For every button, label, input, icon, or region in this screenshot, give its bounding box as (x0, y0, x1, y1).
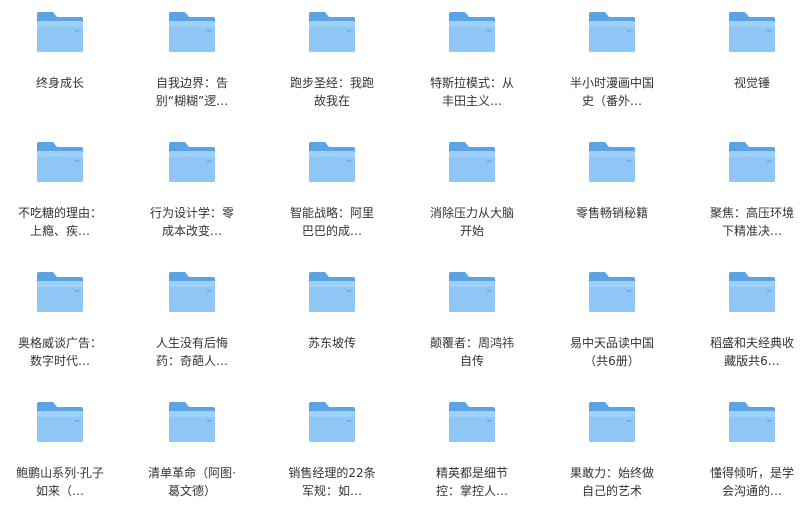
folder-icon (589, 142, 635, 182)
folder-item[interactable]: 跑步圣经：我跑故我在 (272, 0, 392, 118)
folder-label: 精英都是细节控：掌控人… (435, 466, 508, 498)
folder-grid: 终身成长 自我边界：告别“糊糊”逻… 跑步圣经：我跑故我在 特斯拉模式：从丰田主… (0, 0, 800, 515)
folder-icon (449, 12, 495, 52)
folder-label: 零售畅销秘籍 (575, 206, 648, 220)
folder-item[interactable]: 自我边界：告别“糊糊”逻… (132, 0, 252, 118)
folder-label: 消除压力从大脑开始 (429, 206, 514, 238)
folder-icon (589, 272, 635, 312)
folder-item[interactable]: 稻盛和夫经典收藏版共6… (692, 260, 800, 378)
folder-item[interactable]: 消除压力从大脑开始 (412, 130, 532, 248)
folder-label: 清单革命（阿图·葛文德） (148, 466, 236, 498)
folder-icon (449, 142, 495, 182)
folder-label: 鲍鹏山系列·孔子如来（… (16, 466, 104, 498)
folder-item[interactable]: 奥格威谈广告：数字时代… (0, 260, 120, 378)
folder-label: 销售经理的22条军规：如… (288, 466, 376, 498)
folder-icon (729, 272, 775, 312)
folder-icon (169, 402, 215, 442)
folder-icon (169, 12, 215, 52)
folder-icon (169, 142, 215, 182)
folder-icon (309, 402, 355, 442)
folder-item[interactable]: 不吃糖的理由：上瘾、疾… (0, 130, 120, 248)
folder-icon (37, 272, 83, 312)
folder-icon (589, 402, 635, 442)
folder-item[interactable]: 鲍鹏山系列·孔子如来（… (0, 390, 120, 508)
folder-item[interactable]: 易中天品读中国（共6册） (552, 260, 672, 378)
folder-label: 智能战略：阿里巴巴的成… (289, 206, 374, 238)
folder-label: 自我边界：告别“糊糊”逻… (155, 76, 229, 108)
folder-label: 不吃糖的理由：上瘾、疾… (17, 206, 102, 238)
folder-label: 颠覆者：周鸿祎自传 (429, 336, 514, 368)
folder-label: 人生没有后悔药：奇葩人… (155, 336, 228, 368)
folder-label: 果敢力：始终做自己的艺术 (569, 466, 654, 498)
folder-icon (309, 272, 355, 312)
folder-item[interactable]: 销售经理的22条军规：如… (272, 390, 392, 508)
folder-item[interactable]: 终身成长 (0, 0, 120, 118)
folder-icon (309, 142, 355, 182)
folder-item[interactable]: 聚焦：高压环境下精准决… (692, 130, 800, 248)
folder-icon (169, 272, 215, 312)
folder-icon (729, 142, 775, 182)
folder-item[interactable]: 视觉锤 (692, 0, 800, 118)
folder-item[interactable]: 人生没有后悔药：奇葩人… (132, 260, 252, 378)
folder-item[interactable]: 颠覆者：周鸿祎自传 (412, 260, 532, 378)
folder-label: 稻盛和夫经典收藏版共6… (709, 336, 794, 368)
folder-label: 聚焦：高压环境下精准决… (709, 206, 794, 238)
folder-label: 视觉锤 (733, 76, 770, 90)
folder-label: 行为设计学：零成本改变… (149, 206, 234, 238)
folder-icon (309, 12, 355, 52)
folder-label: 易中天品读中国（共6册） (569, 336, 654, 368)
folder-icon (37, 402, 83, 442)
folder-label: 奥格威谈广告：数字时代… (17, 336, 102, 368)
folder-label: 特斯拉模式：从丰田主义… (429, 76, 514, 108)
folder-label: 跑步圣经：我跑故我在 (289, 76, 374, 108)
folder-label: 懂得倾听，是学会沟通的… (709, 466, 794, 498)
folder-item[interactable]: 果敢力：始终做自己的艺术 (552, 390, 672, 508)
folder-icon (37, 12, 83, 52)
folder-item[interactable]: 行为设计学：零成本改变… (132, 130, 252, 248)
folder-item[interactable]: 清单革命（阿图·葛文德） (132, 390, 252, 508)
folder-item[interactable]: 特斯拉模式：从丰田主义… (412, 0, 532, 118)
folder-label: 终身成长 (35, 76, 84, 90)
folder-label: 苏东坡传 (307, 336, 356, 350)
folder-item[interactable]: 零售畅销秘籍 (552, 130, 672, 248)
folder-item[interactable]: 半小时漫画中国史（番外… (552, 0, 672, 118)
folder-item[interactable]: 懂得倾听，是学会沟通的… (692, 390, 800, 508)
folder-icon (589, 12, 635, 52)
folder-icon (449, 402, 495, 442)
folder-icon (729, 12, 775, 52)
folder-item[interactable]: 苏东坡传 (272, 260, 392, 378)
folder-item[interactable]: 智能战略：阿里巴巴的成… (272, 130, 392, 248)
folder-item[interactable]: 精英都是细节控：掌控人… (412, 390, 532, 508)
folder-label: 半小时漫画中国史（番外… (569, 76, 654, 108)
folder-icon (729, 402, 775, 442)
folder-icon (37, 142, 83, 182)
folder-icon (449, 272, 495, 312)
